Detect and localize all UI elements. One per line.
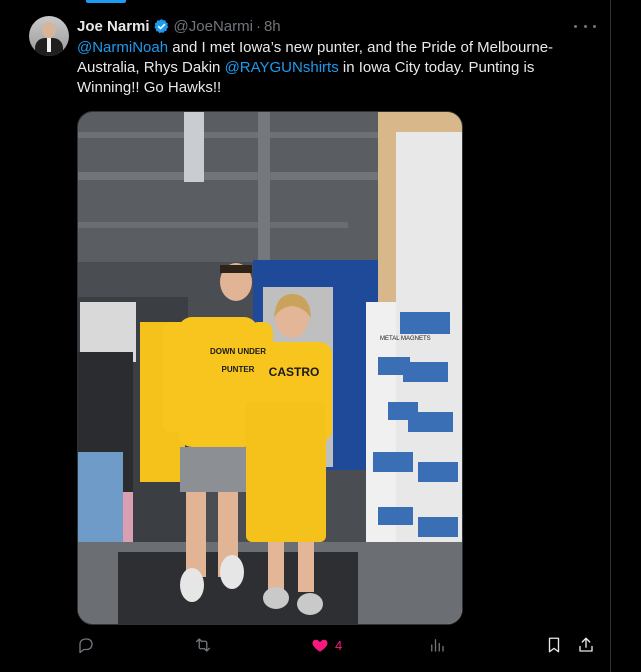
tweet-photo[interactable]: DOWN UNDER PUNTER CASTRO METAL MAGNETS: [77, 111, 463, 625]
store-photo-illustration: DOWN UNDER PUNTER CASTRO METAL MAGNETS: [78, 112, 462, 624]
shirt-left-line1: DOWN UNDER: [210, 347, 266, 356]
display-name[interactable]: Joe Narmi: [77, 18, 150, 35]
bookmark-button[interactable]: [545, 632, 563, 658]
repost-icon: [195, 638, 211, 652]
avatar-head: [42, 22, 56, 38]
separator-dot: ·: [255, 17, 261, 35]
verified-badge-icon: [153, 18, 168, 33]
more-options-button[interactable]: [574, 16, 596, 36]
views-button[interactable]: [428, 632, 446, 658]
user-handle[interactable]: @JoeNarmi: [174, 18, 253, 35]
tweet-text: @NarmiNoah and I met Iowa’s new punter, …: [77, 38, 587, 98]
avatar-shirt: [47, 38, 51, 52]
reply-icon: [79, 638, 93, 654]
tab-indicator: [86, 0, 126, 3]
like-count: 4: [335, 637, 343, 653]
repost-button[interactable]: [194, 632, 212, 658]
share-button[interactable]: [577, 632, 595, 658]
avatar[interactable]: [29, 16, 69, 56]
reply-button[interactable]: [77, 632, 95, 658]
shirt-left-line2: PUNTER: [222, 365, 255, 374]
tweet-actions: 4: [77, 632, 597, 658]
share-icon: [579, 637, 593, 652]
store-sign: METAL MAGNETS: [380, 336, 431, 342]
shirt-right-text: CASTRO: [269, 365, 320, 379]
heart-icon: [312, 639, 328, 652]
mention-link[interactable]: @NarmiNoah: [77, 39, 168, 56]
analytics-icon: [431, 639, 444, 652]
more-dot-icon: [583, 24, 587, 28]
more-dot-icon: [593, 24, 596, 28]
more-dot-icon: [574, 24, 577, 28]
column-divider: [610, 0, 611, 672]
like-button[interactable]: 4: [311, 632, 342, 658]
timestamp[interactable]: 8h: [264, 18, 281, 35]
tweet-header: Joe Narmi @JoeNarmi · 8h: [77, 16, 281, 36]
bookmark-icon: [548, 637, 560, 653]
mention-link[interactable]: @RAYGUNshirts: [225, 59, 339, 76]
